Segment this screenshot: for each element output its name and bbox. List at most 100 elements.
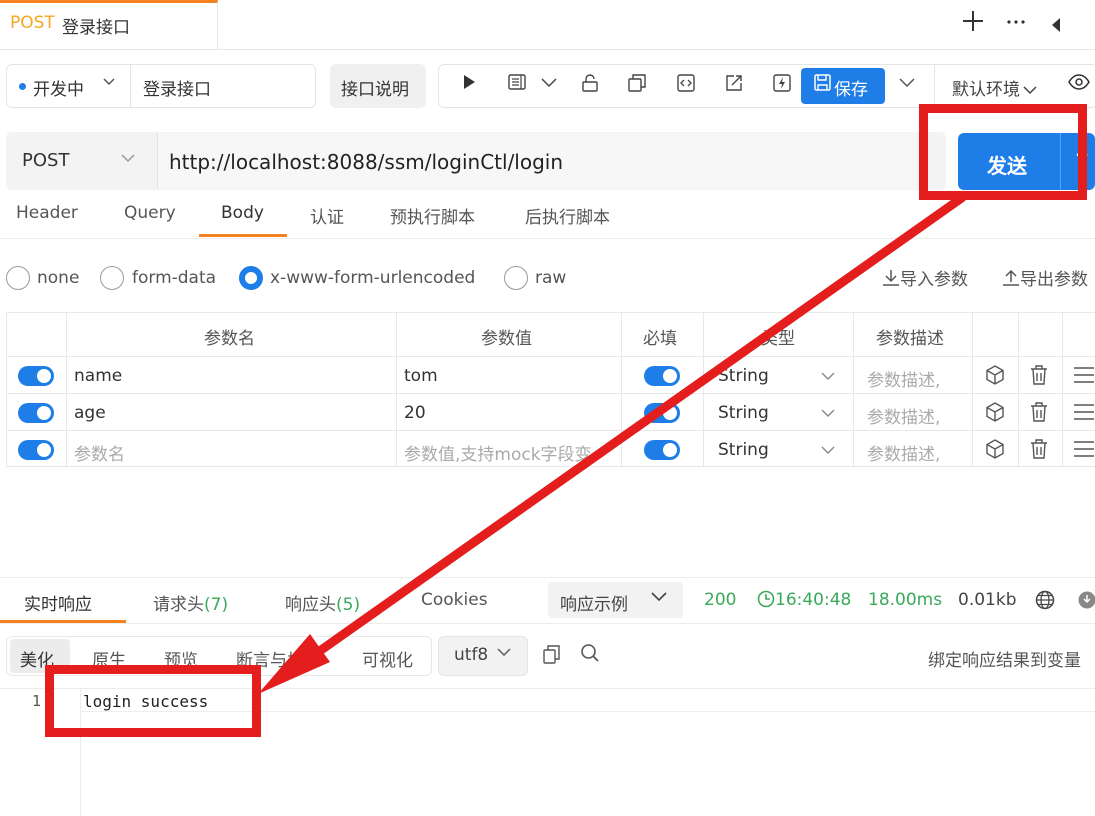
required-toggle[interactable] — [644, 440, 680, 460]
chevron-down-icon[interactable] — [820, 442, 836, 461]
time-label: 16:40:48 — [775, 590, 852, 610]
divider — [0, 238, 1095, 239]
trash-icon[interactable] — [1030, 439, 1048, 464]
import-params-button[interactable]: 导入参数 — [882, 265, 968, 290]
drag-handle-icon[interactable] — [1074, 440, 1094, 463]
response-size: 0.01kb — [958, 590, 1017, 610]
import-params-label: 导入参数 — [900, 270, 968, 290]
radio-raw[interactable] — [504, 266, 528, 290]
tab-cookies[interactable]: Cookies — [421, 590, 488, 610]
upload-icon — [1003, 269, 1019, 286]
tab-post-script[interactable]: 后执行脚本 — [525, 203, 610, 228]
col-header-required: 必填 — [643, 329, 677, 349]
type-select[interactable]: String — [718, 366, 769, 386]
param-value[interactable]: 20 — [404, 403, 426, 423]
eye-icon[interactable] — [1068, 74, 1090, 95]
tab-body[interactable]: Body — [221, 203, 264, 223]
lightning-icon[interactable] — [773, 74, 791, 97]
required-toggle[interactable] — [644, 403, 680, 423]
param-desc[interactable]: 参数描述, — [867, 440, 940, 465]
annotation-box-send — [919, 104, 1087, 200]
response-time: 16:40:48 — [757, 590, 851, 610]
param-value[interactable]: tom — [404, 366, 438, 386]
download-icon[interactable] — [1077, 590, 1095, 614]
code-icon[interactable] — [677, 74, 695, 97]
drag-handle-icon[interactable] — [1074, 366, 1094, 389]
save-icon — [814, 74, 831, 96]
view-mode-visualize[interactable]: 可视化 — [362, 646, 413, 671]
col-header-type: 类型 — [761, 329, 795, 349]
cube-icon[interactable] — [985, 439, 1005, 464]
api-name-input[interactable]: 登录接口 — [143, 75, 211, 100]
tab-response-headers[interactable]: 响应头(5) — [285, 590, 360, 615]
plus-icon[interactable] — [962, 10, 984, 38]
radio-urlencoded[interactable] — [239, 266, 263, 290]
radio-none[interactable] — [6, 266, 30, 290]
tab-request-headers[interactable]: 请求头(7) — [153, 590, 228, 615]
tab-title: 登录接口 — [62, 18, 130, 38]
caret-left-icon[interactable] — [1050, 14, 1062, 39]
chevron-down-icon[interactable] — [540, 74, 558, 95]
param-value-input[interactable]: 参数值,支持mock字段变 — [404, 440, 614, 465]
chevron-down-icon[interactable] — [650, 588, 668, 609]
search-icon[interactable] — [580, 643, 600, 668]
enable-toggle[interactable] — [18, 403, 54, 423]
share-icon[interactable] — [725, 74, 743, 97]
clock-icon — [757, 590, 775, 608]
tab-label: 响应头 — [285, 595, 336, 615]
type-select[interactable]: String — [718, 403, 769, 423]
doc-icon[interactable] — [508, 74, 526, 95]
param-name[interactable]: name — [74, 366, 122, 386]
unlock-icon[interactable] — [582, 74, 598, 97]
trash-icon[interactable] — [1030, 402, 1048, 427]
param-name[interactable]: age — [74, 403, 106, 423]
play-icon[interactable] — [462, 74, 476, 95]
tab-query[interactable]: Query — [124, 203, 176, 223]
copy-icon[interactable] — [543, 645, 561, 670]
status-dot — [19, 83, 26, 90]
cube-icon[interactable] — [985, 402, 1005, 427]
chevron-down-icon[interactable] — [102, 74, 116, 92]
chevron-down-icon[interactable] — [120, 150, 136, 170]
ellipsis-icon[interactable] — [1006, 12, 1026, 38]
param-desc[interactable]: 参数描述, — [867, 366, 940, 391]
chevron-down-icon[interactable] — [898, 74, 916, 95]
param-name-input[interactable]: 参数名 — [74, 440, 125, 465]
radio-form-data-label: form-data — [132, 268, 217, 288]
chevron-down-icon[interactable] — [820, 368, 836, 387]
radio-form-data[interactable] — [100, 266, 124, 290]
tab-header[interactable]: Header — [16, 203, 78, 223]
download-icon — [883, 270, 899, 286]
tab-auth[interactable]: 认证 — [310, 203, 344, 228]
environment-select[interactable]: 默认环境 — [952, 75, 1038, 100]
type-select[interactable]: String — [718, 440, 769, 460]
copy-icon[interactable] — [628, 74, 646, 97]
col-divider — [396, 312, 397, 467]
export-params-button[interactable]: 导出参数 — [1002, 265, 1088, 290]
url-text: http://localhost:8088/ssm/loginCtl/login — [169, 150, 564, 174]
chevron-down-icon — [496, 645, 512, 663]
row-divider — [6, 356, 1095, 357]
bind-response-link[interactable]: 绑定响应结果到变量 — [928, 646, 1081, 671]
tab-live-response[interactable]: 实时响应 — [24, 590, 92, 615]
row-divider — [6, 393, 1095, 394]
globe-icon[interactable] — [1035, 590, 1055, 614]
col-divider — [972, 312, 973, 467]
param-desc[interactable]: 参数描述, — [867, 403, 940, 428]
method-select[interactable]: POST — [22, 150, 69, 171]
tab-pre-script[interactable]: 预执行脚本 — [390, 203, 475, 228]
trash-icon[interactable] — [1030, 365, 1048, 390]
chevron-down-icon[interactable] — [820, 405, 836, 424]
required-toggle[interactable] — [644, 366, 680, 386]
cube-icon[interactable] — [985, 365, 1005, 390]
save-label: 保存 — [834, 80, 868, 100]
tab-method: POST — [10, 13, 55, 33]
encoding-label: utf8 — [454, 645, 489, 665]
enable-toggle[interactable] — [18, 366, 54, 386]
col-divider — [1062, 312, 1063, 467]
col-divider — [703, 312, 704, 467]
enable-toggle[interactable] — [18, 440, 54, 460]
drag-handle-icon[interactable] — [1074, 403, 1094, 426]
response-example-label: 响应示例 — [560, 595, 628, 615]
status-code: 200 — [704, 590, 737, 610]
